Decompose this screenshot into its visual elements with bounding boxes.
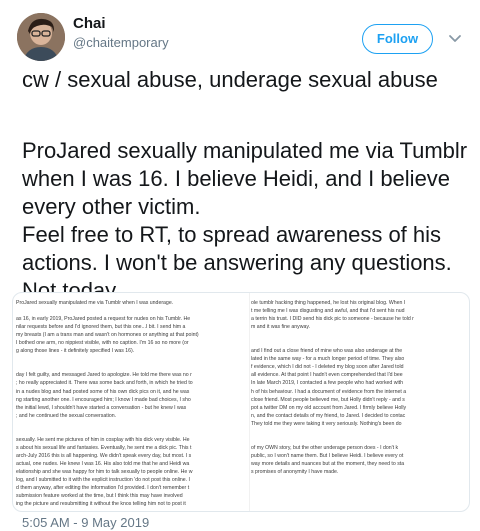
attached-text-line bbox=[251, 339, 468, 347]
attached-image[interactable]: ProJared sexually manipulated me via Tum… bbox=[12, 292, 470, 512]
attached-text-line: They told me they were taking it very se… bbox=[251, 420, 402, 427]
content-warning-text: cw / sexual abuse, underage sexual abuse bbox=[22, 67, 438, 92]
attached-text-line: s about his sexual life and fantasies. E… bbox=[16, 444, 192, 451]
attached-text-line bbox=[16, 307, 248, 315]
attached-text-line: ole tumblr hacking thing happened, he lo… bbox=[251, 300, 406, 306]
attached-text-line: ng starting another one. I encouraged hi… bbox=[16, 396, 191, 403]
attached-text-line: in a nudes blog and had posted some of h… bbox=[16, 388, 190, 395]
avatar[interactable] bbox=[17, 13, 65, 61]
attached-text-line: ; and he continued the sexual conversati… bbox=[16, 412, 117, 419]
attached-text-line: close friend. Most people believed me, b… bbox=[251, 396, 405, 403]
attached-text-line bbox=[16, 355, 248, 363]
attached-text-line bbox=[16, 420, 248, 428]
attached-text-left-column: ProJared sexually manipulated me via Tum… bbox=[16, 299, 248, 508]
attached-text-line: actual, one nudes. He knew I was 16. His… bbox=[16, 460, 190, 467]
avatar-image bbox=[17, 13, 65, 61]
attached-text-line: s promises of anonymity I have made. bbox=[251, 468, 339, 475]
attached-text-line: I bothed one arm, no nippiest visible, w… bbox=[16, 340, 189, 347]
attached-text-line: d them anyway, after editing the informa… bbox=[16, 485, 190, 492]
attached-text-line: the initial lewd, I shouldn't have start… bbox=[16, 404, 187, 411]
attached-text-line: of my OWN story, but the other underage … bbox=[251, 444, 399, 451]
attached-text-line: sexually. He sent me pictures of him in … bbox=[16, 436, 190, 443]
author-handle[interactable]: @chaitemporary bbox=[73, 35, 169, 50]
attached-text-line bbox=[251, 428, 468, 436]
attached-text-line bbox=[16, 428, 248, 436]
attached-text-line: f evidence, which I did not - I deleted … bbox=[251, 364, 404, 371]
tweet-card: Chai @chaitemporary Follow cw / sexual a… bbox=[0, 0, 480, 531]
attached-text-line: nilar requests before and I'd ignored th… bbox=[16, 324, 186, 331]
attached-text-right-column: ole tumblr hacking thing happened, he lo… bbox=[251, 299, 468, 476]
attached-text-line: g along those lines - it definitely spec… bbox=[16, 348, 135, 355]
chevron-down-icon[interactable] bbox=[447, 30, 463, 46]
attached-text-line: pot a twitter DM on my old account from … bbox=[251, 404, 407, 411]
attached-text-line: log, and I submitted to it with the expl… bbox=[16, 477, 191, 484]
attached-text-line: m and it was fine anyway. bbox=[251, 324, 311, 331]
attached-text-line: public, so I won't name them. But I beli… bbox=[251, 452, 404, 459]
attached-text-line: a terrin his trust. I DID send his dick … bbox=[251, 316, 414, 323]
attached-text-line: all evidence. At that point I hadn't eve… bbox=[251, 372, 403, 379]
attached-text-line: In late March 2019, I contacted a few pe… bbox=[251, 380, 403, 387]
attached-text-line: h of his behaviour. I had a document of … bbox=[251, 388, 407, 395]
attached-text-line bbox=[16, 363, 248, 371]
attached-text-line: way more details and nuances but at the … bbox=[251, 460, 405, 467]
author-name[interactable]: Chai bbox=[73, 15, 106, 32]
attached-text-line: ProJared sexually manipulated me via Tum… bbox=[16, 300, 174, 306]
attached-text-line: arch-July 2016 this is all happening. We… bbox=[16, 452, 192, 459]
attached-text-line bbox=[251, 436, 468, 444]
attached-text-line: submission feature worked at the time, b… bbox=[16, 493, 183, 500]
attached-text-line: elationship and she was happy for him to… bbox=[16, 468, 193, 475]
attached-text-line: lated in the same way - for a much longe… bbox=[251, 356, 405, 363]
attached-text-line: t me telling me I was disgusting and awf… bbox=[251, 308, 405, 315]
attached-text-line: n, and the contact details of my friend,… bbox=[251, 412, 406, 419]
attached-text-line: as 16, in early 2019, ProJared posted a … bbox=[16, 316, 191, 323]
attached-text-line: ; ho really appreciated it. There was so… bbox=[16, 380, 193, 387]
tweet-timestamp[interactable]: 5:05 AM - 9 May 2019 bbox=[22, 515, 149, 530]
attached-text-line: and I find out a close friend of mine wh… bbox=[251, 348, 403, 355]
attached-text-line bbox=[251, 331, 468, 339]
attached-text-line: day I felt guilty, and messaged Jared to… bbox=[16, 372, 192, 379]
tweet-body-text: ProJared sexually manipulated me via Tum… bbox=[22, 138, 468, 303]
attached-text-line: ing the picture and resubmitting it with… bbox=[16, 501, 186, 508]
attached-text-line: my breasts (I am a trans man and wasn't … bbox=[16, 332, 199, 339]
follow-button[interactable]: Follow bbox=[362, 24, 433, 54]
column-divider bbox=[249, 293, 250, 511]
